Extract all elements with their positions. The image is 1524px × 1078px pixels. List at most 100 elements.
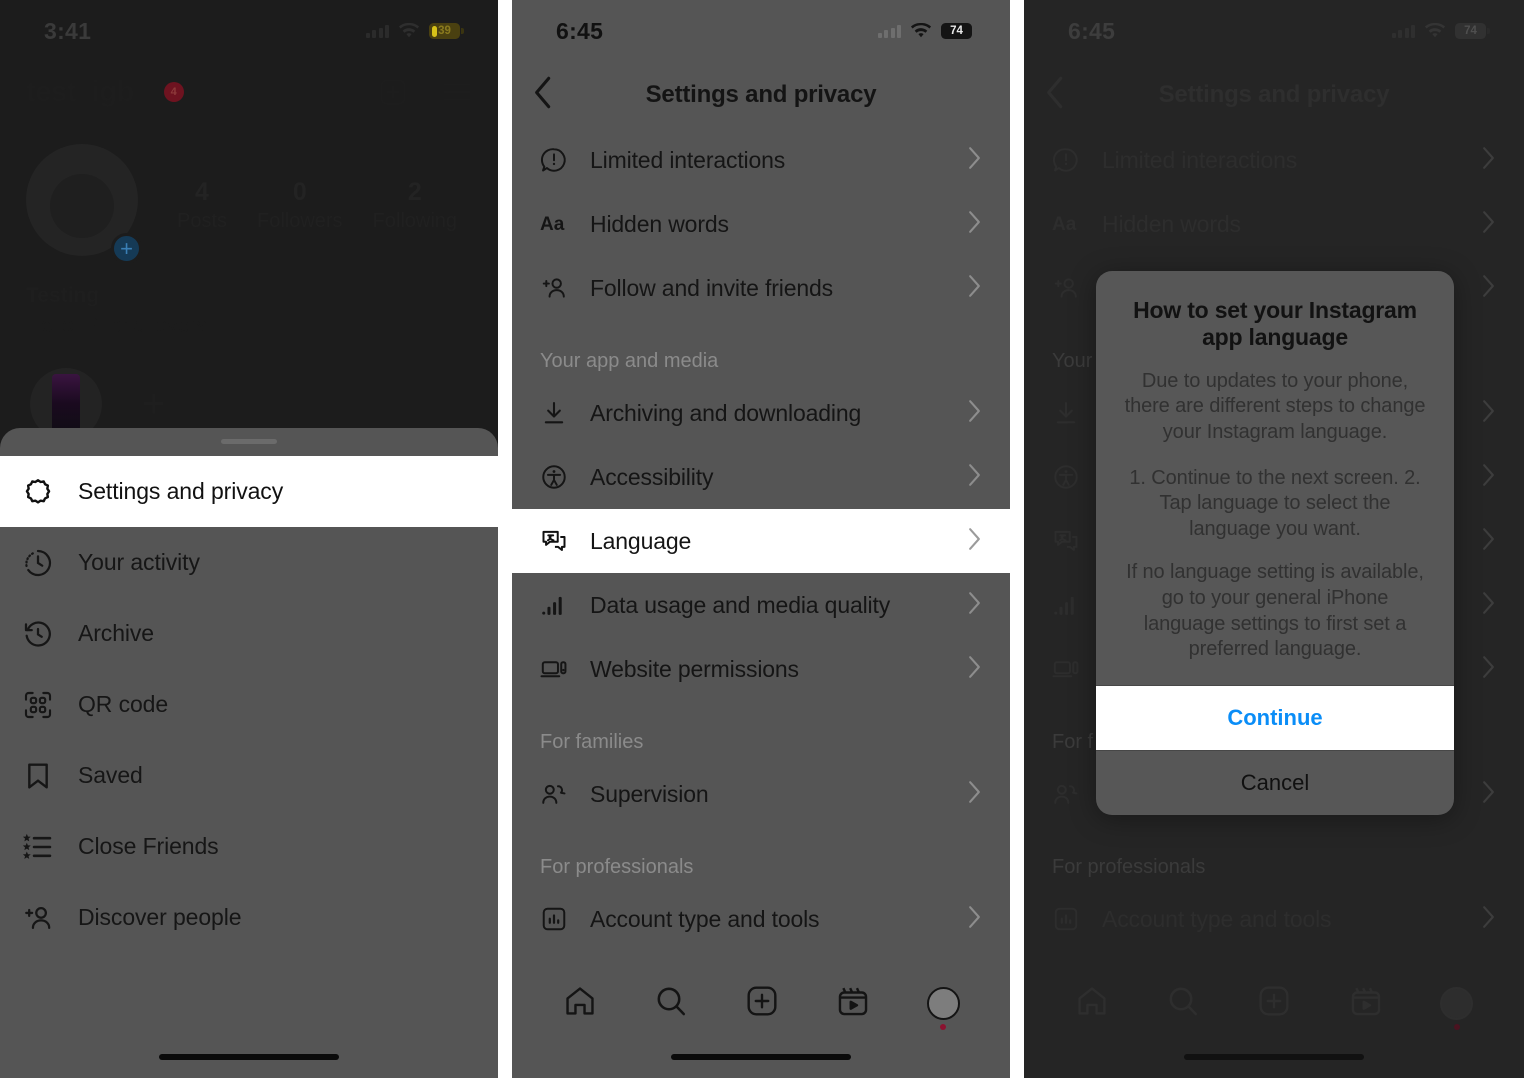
page-title: Settings and privacy xyxy=(1158,81,1390,108)
wifi-icon xyxy=(910,23,932,38)
home-icon[interactable] xyxy=(563,984,597,1023)
chevron-right-icon xyxy=(967,591,982,620)
battery-icon: 39 xyxy=(429,23,464,39)
accessibility-icon xyxy=(540,463,590,491)
accessibility-icon xyxy=(1052,463,1102,491)
settings-row-label: Limited interactions xyxy=(1102,146,1298,173)
follow-invite-icon xyxy=(540,274,590,302)
settings-row-archiving-and-downloading[interactable]: Archiving and downloading xyxy=(512,381,1010,445)
sheet-item-label: Close Friends xyxy=(78,833,219,859)
settings-row-label: Language xyxy=(590,527,692,554)
settings-row-hidden-words[interactable]: Aa Hidden words xyxy=(1024,192,1524,256)
stat-posts[interactable]: 4 Posts xyxy=(177,178,227,233)
qr-code-icon xyxy=(22,689,78,721)
threads-badge[interactable]: 4 xyxy=(163,82,184,102)
dialog-title: How to set your Instagram app language xyxy=(1133,297,1417,350)
chevron-right-icon xyxy=(1481,399,1496,428)
sheet-item-saved[interactable]: Saved xyxy=(0,740,498,811)
account-tools-chart-icon xyxy=(540,905,590,933)
notification-dot xyxy=(940,1023,946,1030)
create-plus-icon[interactable] xyxy=(1257,984,1291,1023)
search-icon[interactable] xyxy=(1166,984,1200,1023)
settings-row-label: Limited interactions xyxy=(590,146,786,173)
settings-row-language[interactable]: Language xyxy=(512,509,1010,573)
avatar[interactable]: + xyxy=(26,144,148,266)
wifi-icon xyxy=(1424,23,1446,38)
settings-row-data-usage-and-media-quality[interactable]: Data usage and media quality xyxy=(512,573,1010,637)
language-icon xyxy=(1052,527,1102,555)
sheet-item-label: Your activity xyxy=(78,549,200,575)
bookmark-icon xyxy=(22,760,78,792)
back-chevron-icon[interactable] xyxy=(532,76,554,115)
settings-row-accessibility[interactable]: Accessibility xyxy=(512,445,1010,509)
stat-followers[interactable]: 0 Followers xyxy=(257,178,343,233)
profile-username[interactable]: test_igb_ xyxy=(26,76,150,109)
sheet-item-settings-and-privacy[interactable]: Settings and privacy xyxy=(0,456,498,527)
language-info-dialog: How to set your Instagram app language D… xyxy=(1096,271,1454,815)
settings-row-follow-and-invite-friends[interactable]: Follow and invite friends xyxy=(512,256,1010,320)
stat-following[interactable]: 2 Following xyxy=(373,178,457,233)
settings-row-account-type-and-tools[interactable]: Account type and tools xyxy=(512,887,1010,951)
settings-row-label: Accessibility xyxy=(590,463,714,490)
cancel-button[interactable]: Cancel xyxy=(1096,751,1454,815)
page-title: Settings and privacy xyxy=(645,81,877,108)
reels-icon[interactable] xyxy=(1349,984,1383,1023)
settings-row-label: Supervision xyxy=(590,780,709,807)
limited-interactions-icon xyxy=(1052,146,1102,174)
activity-clock-icon xyxy=(22,547,78,579)
chevron-right-icon xyxy=(1481,210,1496,239)
chevron-right-icon xyxy=(1481,905,1496,934)
settings-row-limited-interactions[interactable]: Limited interactions xyxy=(1024,128,1524,192)
search-icon[interactable] xyxy=(654,984,688,1023)
profile-display-name: Testing xyxy=(26,284,100,307)
status-bar: 6:45 74 xyxy=(1024,0,1524,62)
data-usage-bars-icon xyxy=(1052,591,1102,619)
stat-posts-label: Posts xyxy=(176,209,228,232)
dialog-paragraph-steps: 1. Continue to the next screen. 2. Tap l… xyxy=(1129,466,1421,540)
chevron-right-icon xyxy=(967,210,982,239)
settings-row-label: Account type and tools xyxy=(1102,905,1332,932)
settings-row-account-type-and-tools[interactable]: Account type and tools xyxy=(1024,887,1524,951)
screenshot-stage: 3:41 39 test_igb_ 4 + 4 Posts 0 Follower… xyxy=(0,0,1524,1078)
chevron-right-icon xyxy=(1481,780,1496,809)
profile-tab-avatar[interactable] xyxy=(926,986,960,1030)
website-permissions-icon xyxy=(540,655,590,683)
profile-tab-avatar[interactable] xyxy=(1440,986,1474,1030)
settings-row-limited-interactions[interactable]: Limited interactions xyxy=(512,128,1010,192)
cellular-icon xyxy=(877,25,901,38)
archive-clock-icon xyxy=(22,618,78,650)
chevron-right-icon xyxy=(967,463,982,492)
continue-button[interactable]: Continue xyxy=(1096,685,1454,750)
add-story-plus-icon[interactable]: + xyxy=(111,233,142,264)
settings-section-header-for-professionals: For professionals xyxy=(540,856,694,878)
profile-menu-sheet: Settings and privacy Your activity Archi… xyxy=(0,428,498,1078)
sheet-item-label: Settings and privacy xyxy=(78,478,284,504)
svg-text:Aa: Aa xyxy=(1052,214,1077,235)
add-post-icon[interactable] xyxy=(378,77,408,107)
supervision-people-icon xyxy=(1052,780,1102,808)
profile-header: test_igb_ 4 + 4 Posts 0 Followers 2 Foll… xyxy=(0,62,498,440)
back-chevron-icon[interactable] xyxy=(1044,76,1066,115)
wifi-icon xyxy=(398,23,420,38)
chevron-right-icon xyxy=(1481,655,1496,684)
home-icon[interactable] xyxy=(1075,984,1109,1023)
create-plus-icon[interactable] xyxy=(745,984,779,1023)
status-bar: 6:45 74 xyxy=(512,0,1010,62)
navigation-bar: Settings and privacy xyxy=(1024,62,1524,128)
bottom-tab-bar xyxy=(1024,966,1524,1078)
sheet-item-your-activity[interactable]: Your activity xyxy=(0,527,498,598)
home-indicator xyxy=(671,1054,851,1060)
sheet-grabber[interactable] xyxy=(221,439,277,444)
settings-row-hidden-words[interactable]: Aa Hidden words xyxy=(512,192,1010,256)
sheet-item-close-friends[interactable]: Close Friends xyxy=(0,811,498,882)
chevron-right-icon xyxy=(967,527,982,556)
settings-row-website-permissions[interactable]: Website permissions xyxy=(512,637,1010,701)
chevron-right-icon xyxy=(967,146,982,175)
sheet-item-discover-people[interactable]: Discover people xyxy=(0,882,498,953)
settings-row-supervision[interactable]: Supervision xyxy=(512,762,1010,826)
sheet-item-archive[interactable]: Archive xyxy=(0,598,498,669)
story-add-plus-icon[interactable]: + xyxy=(142,384,165,424)
sheet-item-qr-code[interactable]: QR code xyxy=(0,669,498,740)
reels-icon[interactable] xyxy=(836,984,870,1023)
hamburger-menu-icon[interactable] xyxy=(442,81,472,103)
